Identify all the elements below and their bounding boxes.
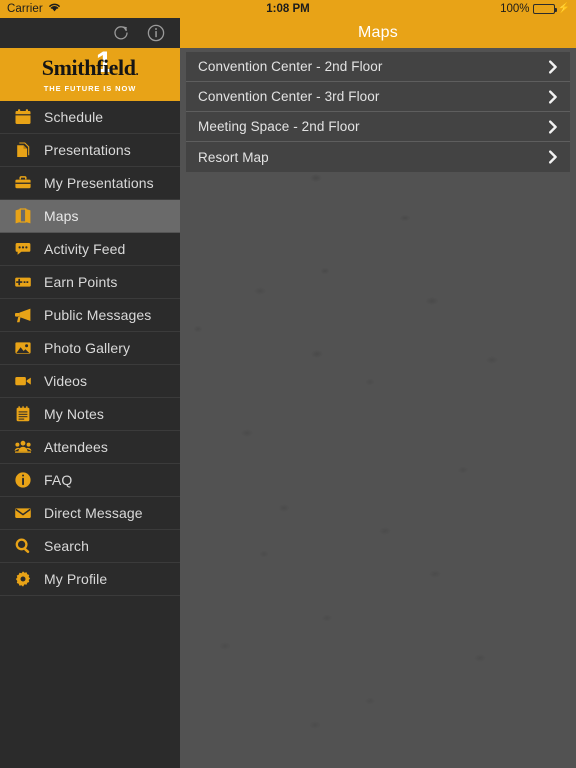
sidebar-item-label: Direct Message <box>44 505 143 521</box>
map-name-label: Convention Center - 2nd Floor <box>198 59 383 74</box>
sidebar-item-activity-feed[interactable]: Activity Feed <box>0 233 180 266</box>
brand-name: Smithfield <box>41 54 136 80</box>
navigation-bar: Maps <box>180 18 576 48</box>
battery-full-icon <box>532 4 557 14</box>
sidebar: 1 Smithfield. THE FUTURE IS NOW Schedule <box>0 18 180 768</box>
sidebar-item-my-profile[interactable]: My Profile <box>0 563 180 596</box>
sidebar-menu: Schedule Presentations My Presentations … <box>0 101 180 596</box>
document-icon <box>10 139 36 161</box>
sidebar-item-label: Presentations <box>44 142 131 158</box>
people-group-icon <box>10 436 36 458</box>
sidebar-item-label: Schedule <box>44 109 104 125</box>
brand-period: . <box>135 63 139 78</box>
battery-percent-label: 100% <box>500 3 530 15</box>
brand-logo: 1 Smithfield. THE FUTURE IS NOW <box>0 47 180 101</box>
sidebar-item-label: Maps <box>44 208 79 224</box>
content-area: Maps Convention Center - 2nd Floor Conve… <box>180 18 576 768</box>
sidebar-item-label: My Notes <box>44 406 104 422</box>
status-bar-time: 1:08 PM <box>266 3 310 15</box>
sidebar-item-attendees[interactable]: Attendees <box>0 431 180 464</box>
maps-list: Convention Center - 2nd Floor Convention… <box>186 52 570 172</box>
sidebar-item-schedule[interactable]: Schedule <box>0 101 180 134</box>
sidebar-item-videos[interactable]: Videos <box>0 365 180 398</box>
envelope-icon <box>10 502 36 524</box>
status-bar-right: 100% ⚡ <box>500 0 570 18</box>
sidebar-item-label: FAQ <box>44 472 73 488</box>
briefcase-icon <box>10 172 36 194</box>
sidebar-item-label: Videos <box>44 373 88 389</box>
list-item[interactable]: Convention Center - 3rd Floor <box>186 82 570 112</box>
calendar-icon <box>10 106 36 128</box>
ticket-plus-icon <box>10 271 36 293</box>
map-name-label: Resort Map <box>198 149 269 165</box>
sidebar-item-maps[interactable]: Maps <box>0 200 180 233</box>
map-icon <box>10 205 36 227</box>
sidebar-item-earn-points[interactable]: Earn Points <box>0 266 180 299</box>
gear-icon <box>10 568 36 590</box>
info-circle-icon <box>10 469 36 491</box>
sidebar-toolbar <box>0 18 180 48</box>
sidebar-item-label: Search <box>44 538 89 554</box>
chevron-right-icon <box>548 59 558 74</box>
sidebar-item-label: Photo Gallery <box>44 340 131 356</box>
megaphone-icon <box>10 304 36 326</box>
sidebar-item-search[interactable]: Search <box>0 530 180 563</box>
sidebar-item-public-messages[interactable]: Public Messages <box>0 299 180 332</box>
sidebar-item-label: Activity Feed <box>44 241 126 257</box>
chat-bubble-icon <box>10 238 36 260</box>
sidebar-item-direct-message[interactable]: Direct Message <box>0 497 180 530</box>
brand-wordmark: 1 Smithfield. <box>41 47 139 80</box>
list-item[interactable]: Meeting Space - 2nd Floor <box>186 112 570 142</box>
sidebar-item-presentations[interactable]: Presentations <box>0 134 180 167</box>
magnifier-icon <box>10 535 36 557</box>
chevron-right-icon <box>548 119 558 134</box>
status-bar: Carrier 1:08 PM 100% ⚡ <box>0 0 576 18</box>
sidebar-item-label: My Presentations <box>44 175 154 191</box>
map-name-label: Convention Center - 3rd Floor <box>198 89 380 104</box>
list-item[interactable]: Convention Center - 2nd Floor <box>186 52 570 82</box>
sidebar-item-label: Earn Points <box>44 274 118 290</box>
chevron-right-icon <box>548 89 558 104</box>
info-circle-icon[interactable] <box>145 22 167 44</box>
notepad-icon <box>10 403 36 425</box>
map-name-label: Meeting Space - 2nd Floor <box>198 119 360 134</box>
app-root: Carrier 1:08 PM 100% ⚡ 1 Smithfield. THE… <box>0 0 576 768</box>
sidebar-item-photo-gallery[interactable]: Photo Gallery <box>0 332 180 365</box>
sidebar-item-my-presentations[interactable]: My Presentations <box>0 167 180 200</box>
refresh-icon[interactable] <box>110 22 132 44</box>
video-camera-icon <box>10 370 36 392</box>
sidebar-item-label: My Profile <box>44 571 108 587</box>
lightning-bolt-icon: ⚡ <box>557 3 570 14</box>
page-title: Maps <box>358 24 398 41</box>
sidebar-item-label: Attendees <box>44 439 108 455</box>
sidebar-item-label: Public Messages <box>44 307 152 323</box>
photo-icon <box>10 337 36 359</box>
chevron-right-icon <box>548 150 558 164</box>
brand-tagline: THE FUTURE IS NOW <box>43 83 137 93</box>
list-item[interactable]: Resort Map <box>186 142 570 172</box>
sidebar-item-faq[interactable]: FAQ <box>0 464 180 497</box>
sidebar-item-my-notes[interactable]: My Notes <box>0 398 180 431</box>
